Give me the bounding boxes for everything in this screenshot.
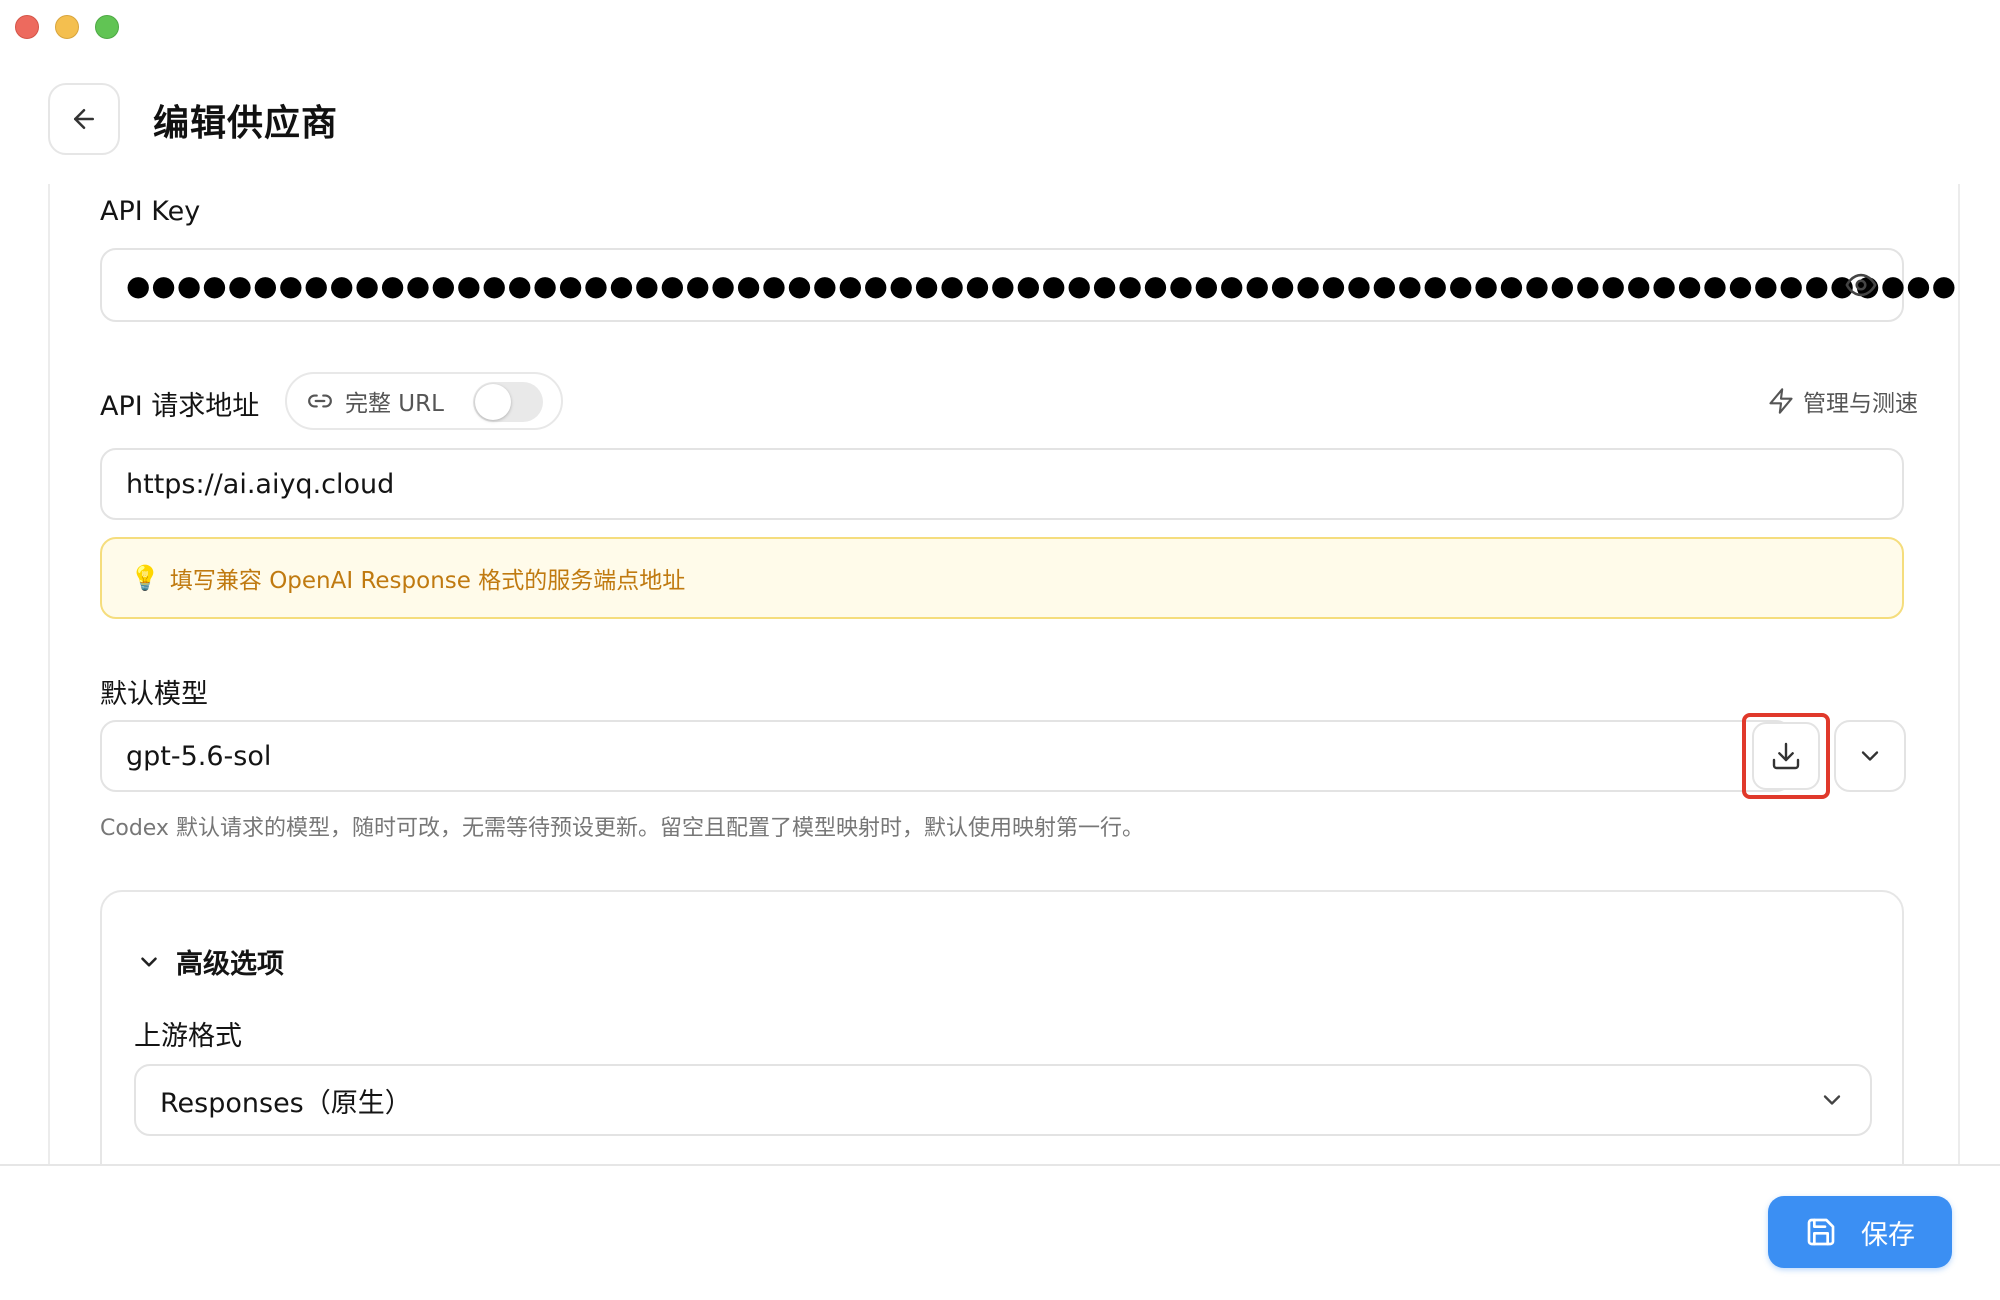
- chevron-down-icon: [141, 956, 157, 967]
- switch-knob: [475, 384, 511, 420]
- upstream-format-chevron: [1818, 1086, 1846, 1114]
- lightning-icon: [1769, 388, 1793, 414]
- window-controls: [15, 15, 119, 39]
- upstream-format-label: 上游格式: [134, 1021, 242, 1052]
- model-dropdown-button[interactable]: [1834, 720, 1906, 792]
- format-tip-text: 填写兼容 OpenAI Response 格式的服务端点地址: [169, 568, 686, 594]
- back-button[interactable]: [48, 83, 120, 155]
- advanced-options-toggle[interactable]: 高级选项: [136, 942, 284, 981]
- api-url-label: API 请求地址: [100, 391, 260, 422]
- api-key-input[interactable]: ●●●●●●●●●●●●●●●●●●●●●●●●●●●●●●●●●●●●●●●●…: [100, 248, 1958, 322]
- default-model-input[interactable]: gpt-5.6-sol: [100, 720, 1792, 792]
- toggle-visibility-button[interactable]: [1844, 268, 1878, 302]
- manage-speedtest-label: 管理与测速: [1803, 391, 1918, 417]
- eye-icon: [1845, 273, 1877, 297]
- chevron-down-icon: [1861, 751, 1879, 761]
- download-icon: [1772, 742, 1800, 770]
- upstream-format-value: Responses（原生）: [160, 1087, 412, 1119]
- lightbulb-icon: 💡: [130, 564, 160, 592]
- upstream-format-select[interactable]: Responses（原生）: [134, 1064, 1872, 1136]
- api-key-masked-value: ●●●●●●●●●●●●●●●●●●●●●●●●●●●●●●●●●●●●●●●●…: [126, 268, 1960, 302]
- close-window-button[interactable]: [15, 15, 39, 39]
- manage-speedtest-link[interactable]: 管理与测速: [1767, 384, 1918, 418]
- zoom-window-button[interactable]: [95, 15, 119, 39]
- form-panel[interactable]: API Key ●●●●●●●●●●●●●●●●●●●●●●●●●●●●●●●●…: [48, 184, 1960, 1164]
- default-model-label: 默认模型: [100, 679, 208, 710]
- link-icon: [308, 394, 332, 408]
- save-button[interactable]: 保存: [1768, 1196, 1952, 1268]
- advanced-options-title: 高级选项: [176, 949, 284, 980]
- chevron-down-icon: [1823, 1095, 1841, 1105]
- full-url-toggle-group[interactable]: 完整 URL: [285, 372, 563, 430]
- save-icon: [1807, 1218, 1835, 1246]
- advanced-options-card: 高级选项 上游格式 Responses（原生）: [100, 890, 1904, 1164]
- api-url-value: https://ai.aiyq.cloud: [126, 468, 395, 500]
- api-url-input[interactable]: https://ai.aiyq.cloud: [100, 448, 1904, 520]
- minimize-window-button[interactable]: [55, 15, 79, 39]
- page-title: 编辑供应商: [153, 103, 339, 144]
- default-model-value: gpt-5.6-sol: [126, 740, 272, 772]
- full-url-switch[interactable]: [473, 382, 543, 422]
- fetch-models-button[interactable]: [1752, 722, 1820, 790]
- api-key-label: API Key: [100, 196, 201, 227]
- full-url-label: 完整 URL: [345, 391, 444, 417]
- footer-bar: [0, 1164, 2000, 1300]
- format-tip: 💡 填写兼容 OpenAI Response 格式的服务端点地址: [100, 537, 1904, 619]
- arrow-left-icon: [74, 109, 94, 129]
- save-label: 保存: [1861, 1219, 1915, 1251]
- default-model-hint: Codex 默认请求的模型，随时可改，无需等待预设更新。留空且配置了模型映射时，…: [100, 816, 1144, 841]
